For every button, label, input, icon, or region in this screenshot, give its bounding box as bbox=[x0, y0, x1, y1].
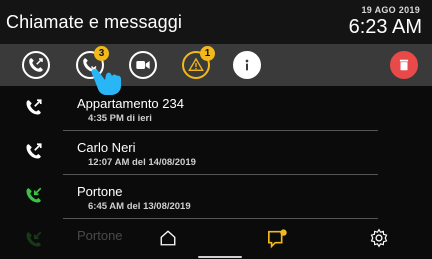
page-title: Chiamate e messaggi bbox=[6, 12, 182, 32]
settings-button[interactable] bbox=[369, 228, 389, 253]
info-icon bbox=[245, 59, 249, 71]
call-time: 6:45 AM del 13/08/2019 bbox=[88, 201, 191, 212]
call-transfer-icon bbox=[29, 58, 43, 72]
header-bar: Chiamate e messaggi 19 AGO 2019 6:23 AM bbox=[0, 0, 432, 44]
list-item[interactable]: Carlo Neri 12:07 AM del 14/08/2019 bbox=[0, 132, 432, 176]
clock: 6:23 AM bbox=[348, 16, 422, 38]
messages-button[interactable] bbox=[266, 228, 290, 255]
date-label: 19 AGO 2019 bbox=[361, 5, 420, 15]
call-time: 4:35 PM di ieri bbox=[88, 113, 152, 124]
alarms-badge: 1 bbox=[200, 46, 215, 61]
caller-name: Appartamento 234 bbox=[77, 96, 184, 111]
bottom-nav bbox=[0, 222, 432, 259]
divider bbox=[63, 174, 378, 175]
home-icon bbox=[160, 230, 176, 246]
messages-icon bbox=[268, 229, 287, 249]
outgoing-call-icon bbox=[26, 143, 42, 159]
divider bbox=[63, 218, 378, 219]
info-button[interactable] bbox=[233, 51, 261, 79]
toolbar: 3 1 bbox=[0, 44, 432, 86]
home-indicator bbox=[198, 256, 242, 258]
incoming-call-icon bbox=[26, 187, 42, 203]
video-icon bbox=[136, 61, 150, 69]
warning-icon bbox=[188, 57, 204, 71]
call-time: 12:07 AM del 14/08/2019 bbox=[88, 157, 196, 168]
delete-button[interactable] bbox=[390, 51, 418, 79]
caller-name: Carlo Neri bbox=[77, 140, 136, 155]
settings-icon bbox=[370, 228, 388, 248]
missed-calls-badge: 3 bbox=[94, 46, 109, 61]
video-messages-button[interactable] bbox=[129, 51, 157, 79]
alarms-button[interactable]: 1 bbox=[182, 46, 215, 79]
screen: Chiamate e messaggi 19 AGO 2019 6:23 AM … bbox=[0, 0, 432, 259]
outgoing-call-icon bbox=[26, 99, 42, 115]
trash-icon bbox=[399, 59, 409, 71]
home-button[interactable] bbox=[159, 228, 177, 253]
list-item[interactable]: Appartamento 234 4:35 PM di ieri bbox=[0, 88, 432, 132]
list-item[interactable]: Portone 6:45 AM del 13/08/2019 bbox=[0, 176, 432, 220]
call-transfer-button[interactable] bbox=[22, 51, 50, 79]
divider bbox=[63, 130, 378, 131]
caller-name: Portone bbox=[77, 184, 123, 199]
